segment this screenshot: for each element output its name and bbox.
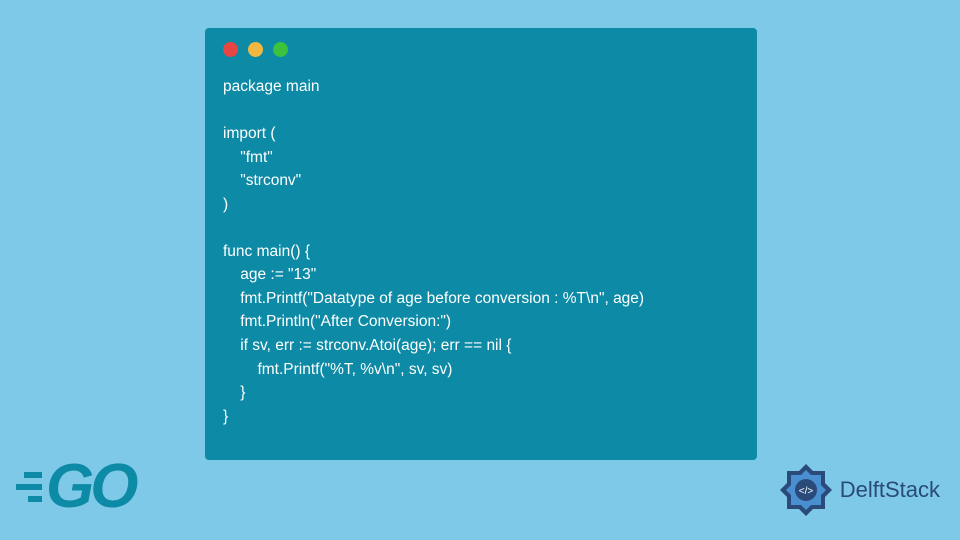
code-line: fmt.Println("After Conversion:") [223, 313, 451, 330]
code-line: "fmt" [223, 149, 273, 166]
code-line: } [223, 384, 245, 401]
window-controls [223, 42, 739, 57]
go-speed-lines-icon [10, 472, 42, 502]
svg-text:</>: </> [799, 486, 814, 497]
code-line: fmt.Printf("%T, %v\n", sv, sv) [223, 361, 452, 378]
delftstack-logo: </> DelftStack [778, 462, 940, 518]
code-window: package main import ( "fmt" "strconv" ) … [205, 28, 757, 460]
code-line: if sv, err := strconv.Atoi(age); err == … [223, 337, 511, 354]
delftstack-text: DelftStack [840, 477, 940, 503]
code-line: } [223, 408, 228, 425]
code-line: fmt.Printf("Datatype of age before conve… [223, 290, 644, 307]
code-line: age := "13" [223, 266, 316, 283]
delftstack-badge-icon: </> [778, 462, 834, 518]
minimize-icon [248, 42, 263, 57]
go-logo-text: GO [46, 451, 134, 522]
code-line: ) [223, 196, 228, 213]
maximize-icon [273, 42, 288, 57]
code-line: func main() { [223, 243, 310, 260]
code-line: package main [223, 78, 320, 95]
close-icon [223, 42, 238, 57]
go-logo: GO [10, 451, 134, 522]
code-line: "strconv" [223, 172, 301, 189]
code-line: import ( [223, 125, 276, 142]
code-block: package main import ( "fmt" "strconv" ) … [223, 75, 739, 428]
